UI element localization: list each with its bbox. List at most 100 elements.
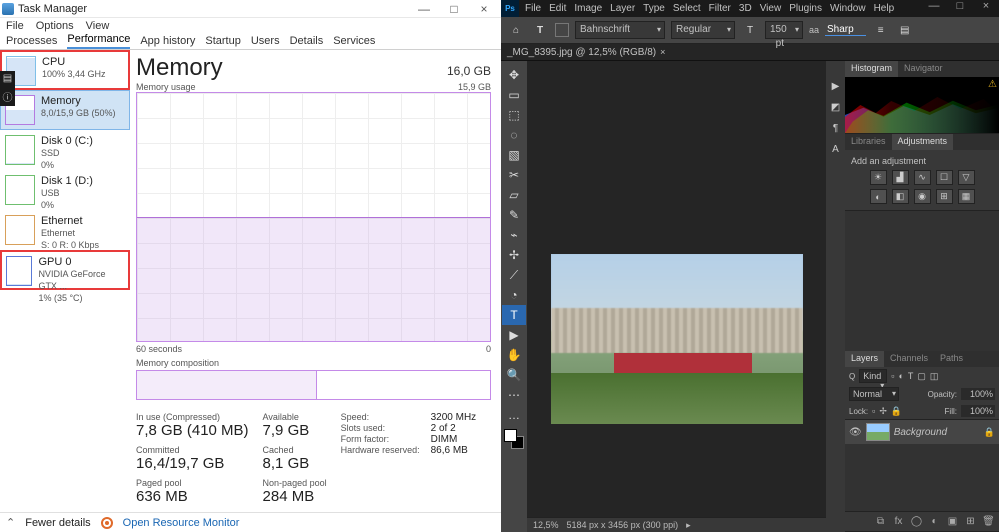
lock-icon[interactable]: 🔒 xyxy=(984,427,995,438)
layer-row[interactable]: 👁 Background 🔒 xyxy=(845,420,999,444)
paragraph-icon[interactable]: ¶ xyxy=(828,121,843,136)
character-icon[interactable]: A xyxy=(828,142,843,157)
tab-paths[interactable]: Paths xyxy=(934,351,969,367)
tab-close-icon[interactable]: × xyxy=(660,47,665,57)
menu-select[interactable]: Select xyxy=(673,3,701,14)
text-align-icon[interactable]: ≡ xyxy=(872,21,890,39)
warning-icon[interactable]: ⚠ xyxy=(988,79,997,90)
tab-navigator[interactable]: Navigator xyxy=(898,61,949,77)
sidebar-item-memory[interactable]: Memory 8,0/15,9 GB (50%) xyxy=(0,90,130,130)
tool-2[interactable]: ⬚ xyxy=(502,105,526,125)
new-fill-icon[interactable]: ◐ xyxy=(927,515,942,528)
lock-position-icon[interactable]: ✢ xyxy=(879,406,887,417)
tab-histogram[interactable]: Histogram xyxy=(845,61,898,77)
tab-processes[interactable]: Processes xyxy=(6,35,57,49)
panel-menu-icon[interactable]: ▤ xyxy=(896,21,914,39)
gradient-map-adjustment-icon[interactable]: ▦ xyxy=(958,189,975,204)
tool-14[interactable]: ✋ xyxy=(502,345,526,365)
menu-3d[interactable]: 3D xyxy=(739,3,752,14)
tool-7[interactable]: ✎ xyxy=(502,205,526,225)
photo-filter-adjustment-icon[interactable]: ◉ xyxy=(914,189,931,204)
lock-all-icon[interactable]: 🔒 xyxy=(891,406,902,417)
tool-8[interactable]: ⌁ xyxy=(502,225,526,245)
exposure-adjustment-icon[interactable]: ☐ xyxy=(936,170,953,185)
text-orientation-toggle[interactable] xyxy=(555,23,569,37)
layer-name[interactable]: Background xyxy=(894,427,947,438)
menu-layer[interactable]: Layer xyxy=(610,3,635,14)
sidebar-item-gpu-0[interactable]: GPU 0 NVIDIA GeForce GTX ... 1% (35 °C) xyxy=(0,250,130,290)
fill-input[interactable]: 100% xyxy=(961,405,995,417)
menu-edit[interactable]: Edit xyxy=(549,3,566,14)
tab-channels[interactable]: Channels xyxy=(884,351,934,367)
sidebar-item-ethernet[interactable]: Ethernet Ethernet S: 0 R: 0 Kbps xyxy=(0,210,130,250)
layer-mask-icon[interactable]: ◯ xyxy=(909,515,924,528)
tool-0[interactable]: ✥ xyxy=(502,65,526,85)
play-icon[interactable]: ▶ xyxy=(828,79,843,94)
font-family-dropdown[interactable]: Bahnschrift xyxy=(575,21,665,39)
ps-maximize-button[interactable]: □ xyxy=(947,0,973,17)
delete-layer-icon[interactable]: 🗑 xyxy=(981,515,996,528)
sidebar-item-cpu[interactable]: CPU 100% 3,44 GHz xyxy=(0,50,130,90)
new-layer-icon[interactable]: ⊞ xyxy=(963,515,978,528)
zoom-value[interactable]: 12,5% xyxy=(533,520,559,530)
tool-3[interactable]: ◌ xyxy=(502,125,526,145)
menu-view[interactable]: View xyxy=(86,20,110,32)
tab-details[interactable]: Details xyxy=(290,35,324,49)
ps-close-button[interactable]: × xyxy=(973,0,999,17)
tool-10[interactable]: ⟋ xyxy=(502,265,526,285)
font-style-dropdown[interactable]: Regular xyxy=(671,21,735,39)
menu-plugins[interactable]: Plugins xyxy=(789,3,822,14)
layer-fx-icon[interactable]: fx xyxy=(891,515,906,528)
filter-smart-icon[interactable]: ◫ xyxy=(930,371,939,382)
document-tab[interactable]: _MG_8395.jpg @ 12,5% (RGB/8) xyxy=(507,47,656,58)
tab-app-history[interactable]: App history xyxy=(140,35,195,49)
menu-window[interactable]: Window xyxy=(830,3,866,14)
antialias-dropdown[interactable]: Sharp xyxy=(825,24,866,36)
filter-type-icon[interactable]: T xyxy=(908,371,914,381)
tab-layers[interactable]: Layers xyxy=(845,351,884,367)
close-button[interactable]: × xyxy=(469,2,499,16)
layer-thumbnail[interactable] xyxy=(866,423,890,441)
filter-shape-icon[interactable]: ▢ xyxy=(917,371,926,382)
vibrance-adjustment-icon[interactable]: ▽ xyxy=(958,170,975,185)
menu-help[interactable]: Help xyxy=(874,3,895,14)
sidebar-item-disk-0-c-[interactable]: Disk 0 (C:) SSD 0% xyxy=(0,130,130,170)
minimize-button[interactable]: — xyxy=(409,2,439,16)
sidebar-item-disk-1-d-[interactable]: Disk 1 (D:) USB 0% xyxy=(0,170,130,210)
menu-type[interactable]: Type xyxy=(643,3,665,14)
tool-6[interactable]: ▱ xyxy=(502,185,526,205)
maximize-button[interactable]: □ xyxy=(439,2,469,16)
tool-17[interactable]: … xyxy=(502,405,526,425)
tab-startup[interactable]: Startup xyxy=(205,35,240,49)
tab-performance[interactable]: Performance xyxy=(67,33,130,49)
status-chevron-icon[interactable]: ▸ xyxy=(686,520,691,531)
color-icon[interactable]: ◩ xyxy=(828,100,843,115)
filter-image-icon[interactable]: ▫ xyxy=(891,371,894,381)
tool-1[interactable]: ▭ xyxy=(502,85,526,105)
tool-5[interactable]: ✂ xyxy=(502,165,526,185)
tab-users[interactable]: Users xyxy=(251,35,280,49)
color-swatch[interactable] xyxy=(504,429,524,449)
hue-adjustment-icon[interactable]: ◐ xyxy=(870,189,887,204)
link-layers-icon[interactable]: ⧉ xyxy=(873,515,888,528)
blend-mode-dropdown[interactable]: Normal xyxy=(849,387,899,401)
lock-pixels-icon[interactable]: ▫ xyxy=(872,406,875,416)
menu-file[interactable]: File xyxy=(525,3,541,14)
filter-adj-icon[interactable]: ◐ xyxy=(898,371,903,381)
home-icon[interactable]: ⌂ xyxy=(507,21,525,39)
open-resource-monitor-link[interactable]: Open Resource Monitor xyxy=(123,517,240,529)
menu-view[interactable]: View xyxy=(760,3,782,14)
curves-adjustment-icon[interactable]: ∿ xyxy=(914,170,931,185)
tab-adjustments[interactable]: Adjustments xyxy=(892,134,954,150)
tool-9[interactable]: ✢ xyxy=(502,245,526,265)
levels-adjustment-icon[interactable]: ▟ xyxy=(892,170,909,185)
font-size-dropdown[interactable]: 150 pt xyxy=(765,21,803,39)
menu-file[interactable]: File xyxy=(6,20,24,32)
new-group-icon[interactable]: ▣ xyxy=(945,515,960,528)
tool-12[interactable]: T xyxy=(502,305,526,325)
foreground-color[interactable] xyxy=(504,429,517,442)
tool-15[interactable]: 🔍 xyxy=(502,365,526,385)
tab-libraries[interactable]: Libraries xyxy=(845,134,892,150)
fewer-details-link[interactable]: Fewer details xyxy=(25,517,90,529)
brightness-adjustment-icon[interactable]: ☀ xyxy=(870,170,887,185)
